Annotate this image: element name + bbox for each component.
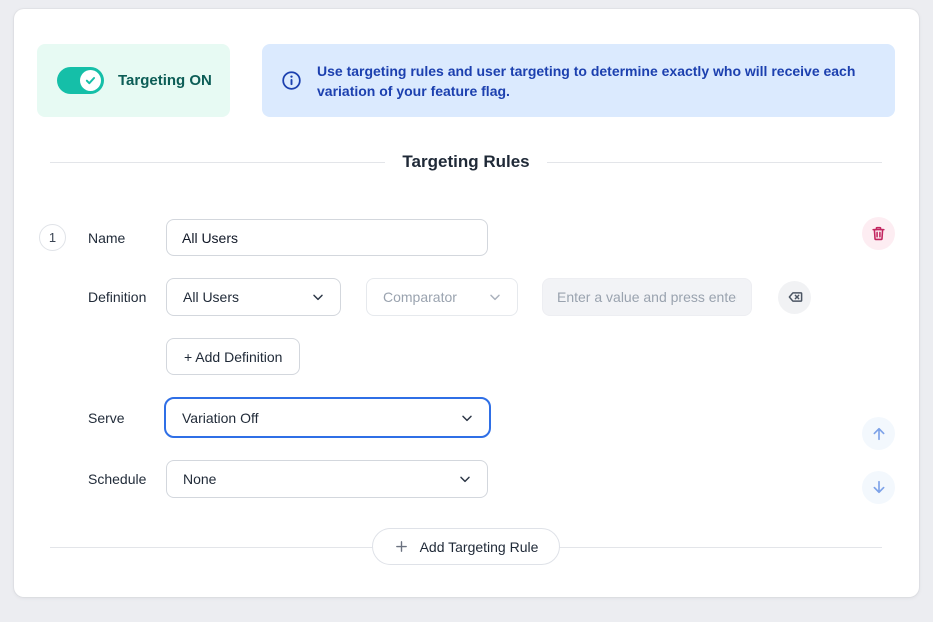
backspace-icon xyxy=(786,288,804,306)
move-rule-down-button[interactable] xyxy=(862,471,895,504)
add-targeting-rule-label: Add Targeting Rule xyxy=(420,539,539,555)
arrow-up-icon xyxy=(870,425,888,443)
toggle-status-label: Targeting ON xyxy=(118,72,212,89)
add-targeting-rule-button[interactable]: Add Targeting Rule xyxy=(372,528,561,565)
serve-selected-value: Variation Off xyxy=(182,410,259,426)
info-banner: Use targeting rules and user targeting t… xyxy=(262,44,895,117)
check-icon xyxy=(84,74,97,87)
toggle-knob xyxy=(80,70,101,91)
serve-select[interactable]: Variation Off xyxy=(164,397,491,438)
chevron-down-icon xyxy=(487,289,503,305)
schedule-select[interactable]: None xyxy=(166,460,488,498)
move-rule-up-button[interactable] xyxy=(862,417,895,450)
comparator-placeholder: Comparator xyxy=(383,289,457,305)
rule-schedule-row: Schedule None xyxy=(37,460,895,498)
header-divider-left xyxy=(50,162,385,163)
trash-icon xyxy=(870,225,887,242)
rule-name-row: 1 Name xyxy=(37,219,895,256)
section-header: Targeting Rules xyxy=(50,152,882,172)
footer: Add Targeting Rule xyxy=(37,528,895,565)
name-label: Name xyxy=(88,230,166,246)
attribute-selected-value: All Users xyxy=(183,289,239,305)
targeting-card: Targeting ON Use targeting rules and use… xyxy=(14,9,919,597)
rule-definition-row: Definition All Users Comparator xyxy=(37,278,895,316)
add-definition-row: + Add Definition xyxy=(37,338,895,375)
clear-value-button[interactable] xyxy=(778,281,811,314)
info-circle-icon xyxy=(281,70,302,91)
delete-rule-button[interactable] xyxy=(862,217,895,250)
definition-value-input[interactable] xyxy=(542,278,752,316)
rule-number-badge: 1 xyxy=(39,224,66,251)
targeting-toggle[interactable] xyxy=(57,67,104,94)
chevron-down-icon xyxy=(310,289,326,305)
arrow-down-icon xyxy=(870,478,888,496)
rule-name-input[interactable] xyxy=(166,219,488,256)
header-divider-right xyxy=(547,162,882,163)
comparator-select[interactable]: Comparator xyxy=(366,278,518,316)
rule-serve-row: Serve Variation Off xyxy=(37,397,895,438)
chevron-down-icon xyxy=(459,410,475,426)
chevron-down-icon xyxy=(457,471,473,487)
schedule-label: Schedule xyxy=(88,471,166,487)
serve-label: Serve xyxy=(88,410,166,426)
definition-label: Definition xyxy=(88,289,166,305)
targeting-toggle-panel: Targeting ON xyxy=(37,44,230,117)
attribute-select[interactable]: All Users xyxy=(166,278,341,316)
targeting-rule: 1 Name Definition All Users xyxy=(37,219,895,498)
info-banner-text: Use targeting rules and user targeting t… xyxy=(317,61,871,101)
plus-icon xyxy=(394,539,409,554)
top-row: Targeting ON Use targeting rules and use… xyxy=(37,44,895,117)
schedule-selected-value: None xyxy=(183,471,216,487)
rule-number-column: 1 xyxy=(37,224,88,251)
section-title: Targeting Rules xyxy=(402,152,529,172)
add-definition-button[interactable]: + Add Definition xyxy=(166,338,300,375)
